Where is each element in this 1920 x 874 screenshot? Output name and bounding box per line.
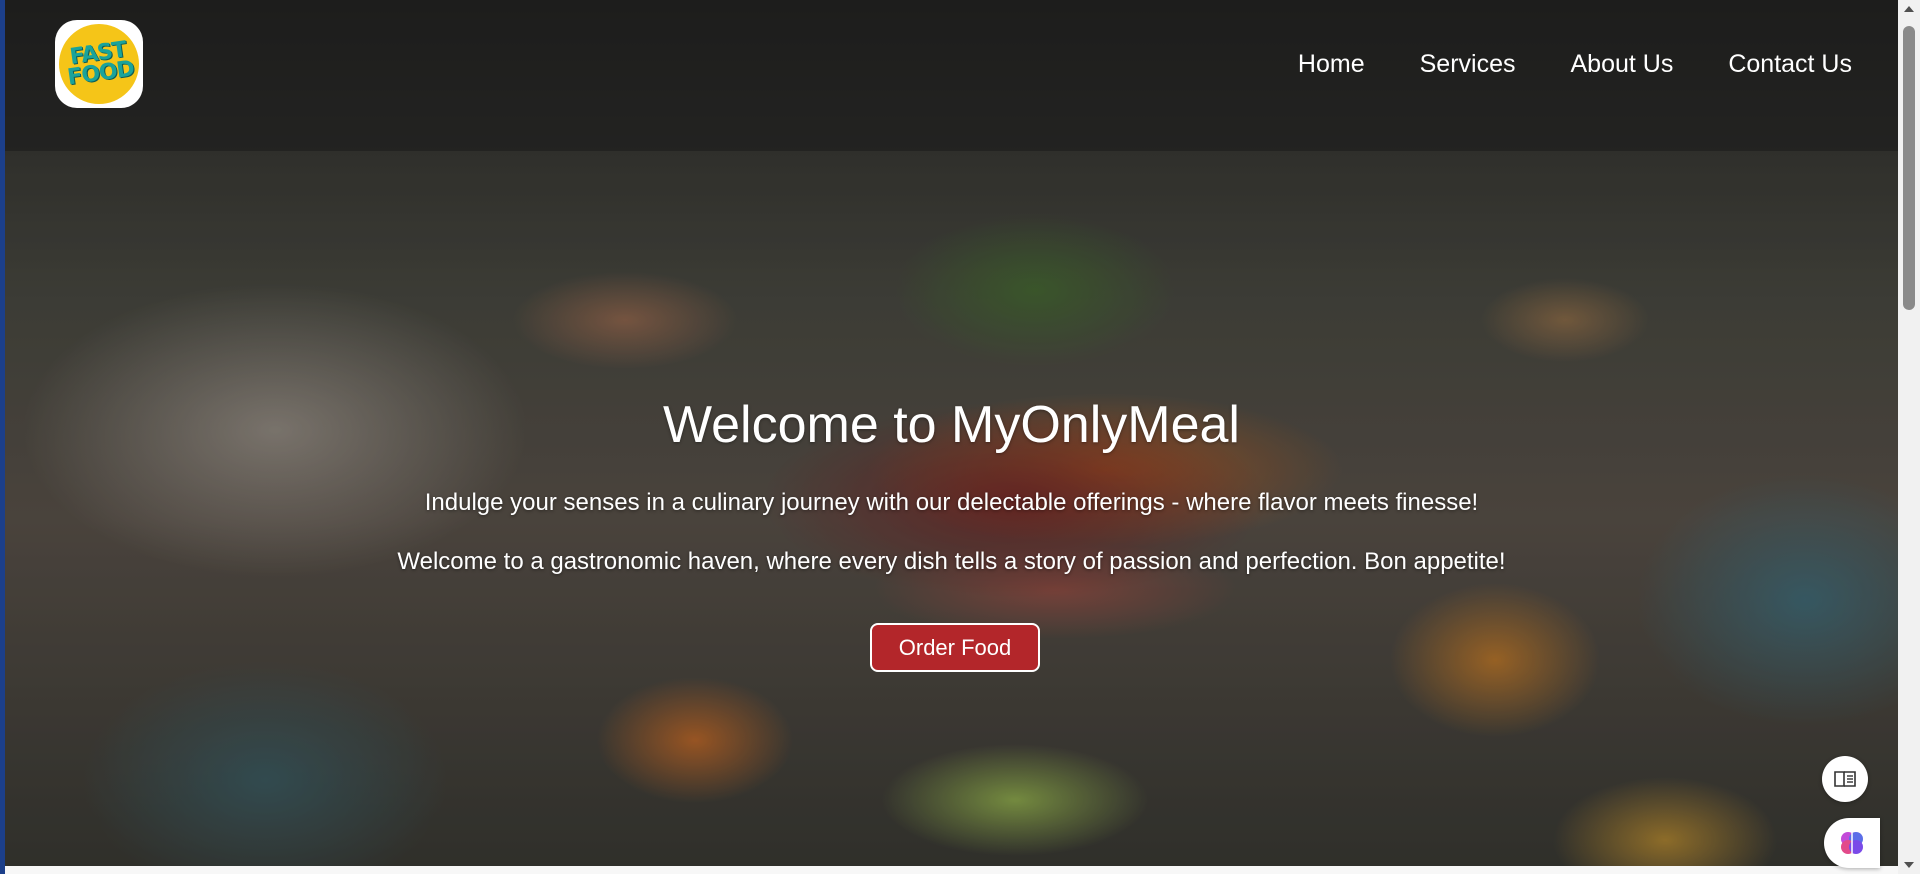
page-bottom-edge: [0, 866, 1898, 874]
logo-badge: FAST FOOD: [59, 24, 139, 104]
nav-contact-us[interactable]: Contact Us: [1728, 50, 1852, 79]
immersive-reader-icon: [1834, 771, 1856, 787]
main-nav: Home Services About Us Contact Us: [1298, 50, 1852, 79]
hero-title: Welcome to MyOnlyMeal: [663, 396, 1240, 454]
window-edge: [0, 0, 5, 874]
nav-services[interactable]: Services: [1420, 50, 1516, 79]
scroll-up-arrow-icon[interactable]: [1904, 6, 1914, 12]
site-logo[interactable]: FAST FOOD: [55, 20, 143, 108]
nav-about-us[interactable]: About Us: [1570, 50, 1673, 79]
order-food-button[interactable]: Order Food: [870, 623, 1040, 672]
hero-welcome-text: Welcome to a gastronomic haven, where ev…: [397, 548, 1506, 575]
vertical-scrollbar[interactable]: [1898, 0, 1920, 874]
assistant-button[interactable]: [1824, 818, 1880, 868]
brain-assistant-icon: [1841, 832, 1863, 854]
scroll-down-arrow-icon[interactable]: [1904, 862, 1914, 868]
nav-home[interactable]: Home: [1298, 50, 1365, 79]
scroll-thumb[interactable]: [1903, 26, 1915, 310]
logo-text: FAST FOOD: [65, 37, 136, 91]
immersive-reader-button[interactable]: [1822, 756, 1868, 802]
hero-tagline: Indulge your senses in a culinary journe…: [424, 489, 1479, 516]
